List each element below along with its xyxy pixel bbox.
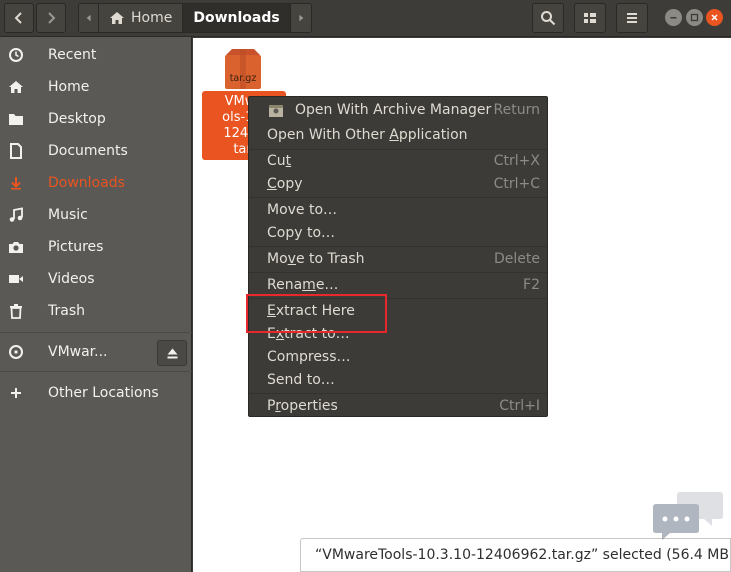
menu-item-compress[interactable]: Compress… <box>249 346 547 368</box>
header-bar: Home Downloads <box>0 0 731 37</box>
sidebar-item-label: Documents <box>48 143 128 159</box>
triangle-right-icon <box>299 14 304 22</box>
sidebar-item-home[interactable]: Home <box>0 72 192 102</box>
maximize-icon <box>690 13 699 22</box>
sidebar-item-label: Music <box>48 207 88 223</box>
menu-item-label: Send to… <box>267 372 335 388</box>
path-scroll-right-button[interactable] <box>290 4 311 32</box>
clock-icon <box>8 47 24 63</box>
sidebar-item-desktop[interactable]: Desktop <box>0 104 192 134</box>
search-icon <box>541 11 556 26</box>
sidebar-item-label: Trash <box>48 303 85 319</box>
music-icon <box>8 207 24 223</box>
menu-item-move-to[interactable]: Move to… <box>249 199 547 221</box>
path-downloads-label: Downloads <box>193 10 280 26</box>
sidebar-item-recent[interactable]: Recent <box>0 40 192 70</box>
menu-item-send-to[interactable]: Send to… <box>249 369 547 391</box>
sidebar-divider <box>0 332 192 333</box>
plus-icon <box>8 385 24 401</box>
sidebar-item-label: VMwar... <box>48 344 108 360</box>
highlight-box <box>246 294 387 333</box>
chat-bubble-icon <box>653 492 723 540</box>
document-icon <box>8 143 24 159</box>
download-icon <box>8 175 24 191</box>
status-bar: “VMwareTools-10.3.10-12406962.tar.gz” se… <box>300 538 731 572</box>
eject-icon <box>167 348 177 358</box>
menu-item-label: Move to… <box>267 202 338 218</box>
home-icon <box>8 79 24 95</box>
sidebar-item-other-locations[interactable]: Other Locations <box>0 378 192 408</box>
forward-button[interactable] <box>36 3 66 33</box>
sidebar-item-music[interactable]: Music <box>0 200 192 230</box>
archive-manager-icon <box>269 105 283 117</box>
sidebar-item-downloads[interactable]: Downloads <box>0 168 192 198</box>
sidebar-divider <box>0 371 192 372</box>
chevron-right-icon <box>48 12 56 24</box>
menu-item-label: Move to Trash <box>267 251 365 267</box>
menu-separator <box>249 393 547 394</box>
context-menu: Open With Archive Manager Return Open Wi… <box>248 96 548 417</box>
sidebar-item-trash[interactable]: Trash <box>0 296 192 326</box>
sidebar: Recent Home Desktop Documents Downloads … <box>0 37 192 572</box>
sidebar-item-label: Downloads <box>48 175 125 191</box>
video-icon <box>8 271 24 287</box>
sidebar-item-label: Recent <box>48 47 97 63</box>
menu-item-copy[interactable]: Copy Ctrl+C <box>249 173 547 195</box>
menu-separator <box>249 272 547 273</box>
sidebar-item-pictures[interactable]: Pictures <box>0 232 192 262</box>
sidebar-item-label: Desktop <box>48 111 106 127</box>
menu-item-rename[interactable]: Rename… F2 <box>249 274 547 296</box>
folder-icon <box>8 111 24 127</box>
sidebar-item-videos[interactable]: Videos <box>0 264 192 294</box>
path-downloads-button[interactable]: Downloads <box>183 4 291 32</box>
camera-icon <box>8 239 24 255</box>
path-scroll-left-button[interactable] <box>79 4 99 32</box>
eject-button[interactable] <box>157 340 187 366</box>
search-button[interactable] <box>532 3 564 33</box>
menu-item-move-to-trash[interactable]: Move to Trash Delete <box>249 248 547 270</box>
sidebar-item-label: Videos <box>48 271 95 287</box>
menu-item-open-with-archive-manager[interactable]: Open With Archive Manager Return <box>249 99 547 121</box>
menu-separator <box>249 197 547 198</box>
menu-icon <box>627 13 637 23</box>
sidebar-item-label: Other Locations <box>48 385 159 401</box>
menu-item-label: Properties <box>267 398 338 414</box>
trash-icon <box>8 303 24 319</box>
archive-file-icon[interactable]: tar.gz <box>222 47 264 91</box>
view-list-icon <box>584 13 596 23</box>
minimize-icon <box>670 17 677 19</box>
menu-item-label: Copy to… <box>267 225 336 241</box>
menu-item-label: Copy <box>267 176 303 192</box>
menu-item-properties[interactable]: Properties Ctrl+I <box>249 395 547 417</box>
menu-separator <box>249 246 547 247</box>
path-home-label: Home <box>131 10 173 26</box>
menu-item-copy-to[interactable]: Copy to… <box>249 222 547 244</box>
close-button[interactable] <box>706 9 723 26</box>
maximize-button[interactable] <box>686 9 703 26</box>
chevron-left-icon <box>14 12 22 24</box>
back-button[interactable] <box>4 3 34 33</box>
view-toggle-button[interactable] <box>574 3 606 33</box>
path-home-button[interactable]: Home <box>99 4 184 32</box>
sidebar-item-label: Home <box>48 79 90 95</box>
path-bar: Home Downloads <box>78 3 312 33</box>
disc-icon <box>8 344 24 360</box>
menu-button[interactable] <box>616 3 648 33</box>
menu-item-cut[interactable]: Cut Ctrl+X <box>249 150 547 172</box>
home-icon <box>110 12 124 24</box>
menu-item-label: Rename… <box>267 277 339 293</box>
sidebar-item-documents[interactable]: Documents <box>0 136 192 166</box>
menu-item-label: Open With Other Application <box>267 127 468 143</box>
file-icon-text: tar.gz <box>230 73 257 84</box>
menu-item-label: Compress… <box>267 349 351 365</box>
triangle-left-icon <box>86 14 91 22</box>
sidebar-item-label: Pictures <box>48 239 104 255</box>
close-icon <box>711 14 718 21</box>
minimize-button[interactable] <box>665 9 682 26</box>
menu-item-open-with-other-application[interactable]: Open With Other Application <box>249 124 547 146</box>
sidebar-item-vmware-disc[interactable]: VMwar... <box>0 337 192 367</box>
menu-item-label: Cut <box>267 153 292 169</box>
